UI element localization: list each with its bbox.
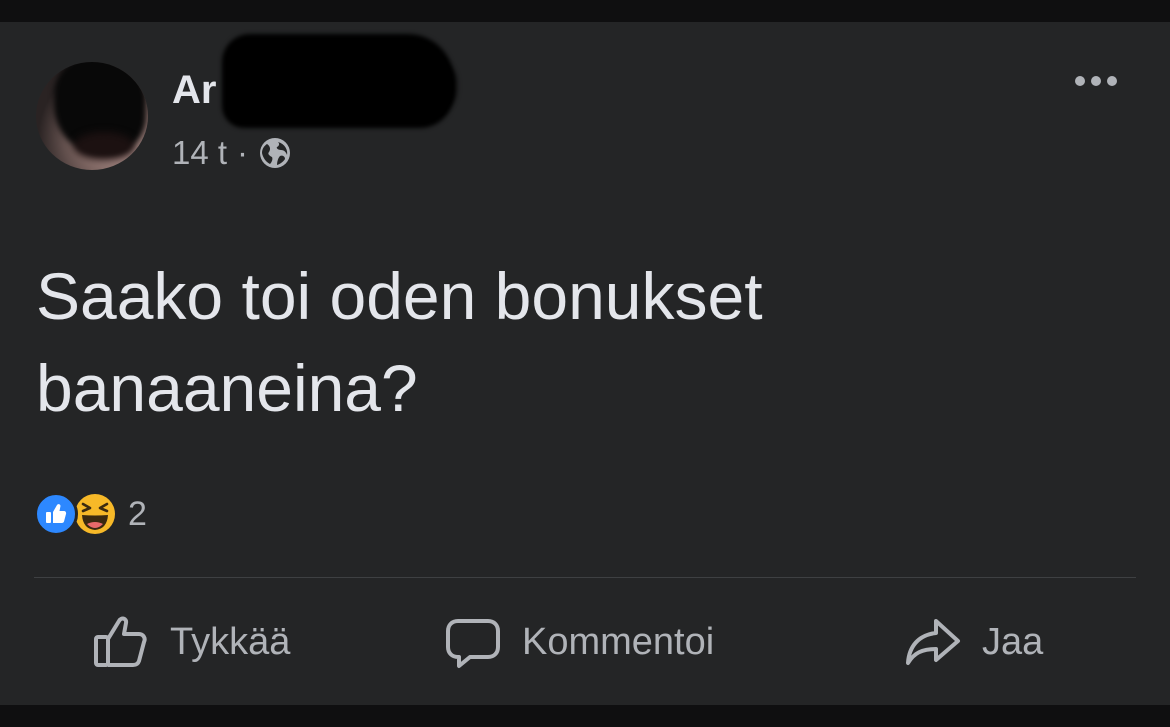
like-label: Tykkää [170,620,291,663]
bottom-frame-band [0,705,1170,727]
globe-icon [258,136,292,170]
haha-reaction-icon [72,491,118,537]
name-redaction-tail [380,62,456,110]
more-options-button[interactable] [1064,66,1128,96]
like-button[interactable]: Tykkää [92,600,290,684]
post-actions-bar: Tykkää Kommentoi Jaa [34,600,1136,684]
reaction-count: 2 [128,494,147,533]
meta-separator: · [237,134,249,171]
more-dot-icon [1091,76,1101,86]
thumbs-up-icon [94,616,147,667]
comment-button[interactable]: Kommentoi [444,600,714,684]
author-name[interactable]: Ar [172,66,216,114]
comment-label: Kommentoi [522,620,715,663]
avatar-redaction-shadow [74,132,134,160]
more-dot-icon [1075,76,1085,86]
reactions-summary[interactable]: 2 [34,491,147,537]
avatar[interactable] [36,62,148,170]
comment-bubble-icon [446,619,500,668]
like-reaction-icon [34,492,78,536]
more-dot-icon [1107,76,1117,86]
post-meta: 14 t · [172,133,292,173]
share-label: Jaa [982,620,1044,663]
share-button[interactable]: Jaa [904,600,1043,684]
actions-divider [34,577,1136,578]
post-text: Saako toi oden bonukset banaaneina? [36,259,763,425]
post-timestamp[interactable]: 14 t [172,134,227,172]
share-arrow-icon [906,619,960,665]
top-frame-band [0,0,1170,22]
